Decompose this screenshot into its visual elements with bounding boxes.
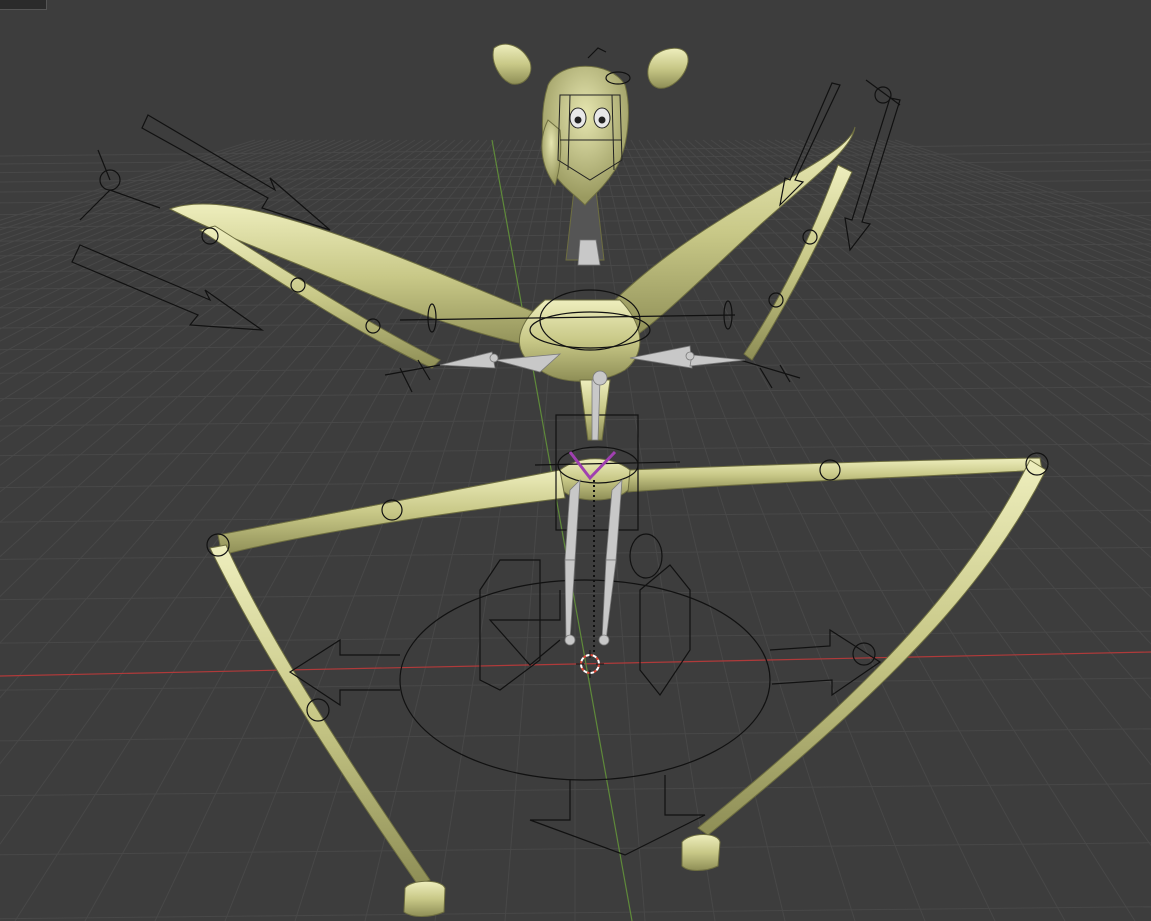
grid-line [0, 139, 272, 231]
grid-line [782, 139, 1151, 319]
grid-line [710, 139, 1151, 467]
head-top-marker [587, 47, 607, 59]
root-control-circle[interactable] [399, 579, 771, 781]
shin-bone-left[interactable] [564, 559, 576, 641]
grid-line [822, 139, 1151, 274]
leg-ik-box-right[interactable] [639, 564, 691, 697]
right-foot-mesh [681, 834, 721, 871]
root-arrow-up[interactable] [488, 590, 561, 666]
grid-line [718, 139, 1151, 443]
elbow-joint-right[interactable] [685, 351, 695, 361]
right-shin-mesh[interactable] [697, 459, 1047, 836]
ankle-joint-right[interactable] [598, 634, 610, 646]
right-hand-controls[interactable] [865, 79, 901, 106]
right-wrist-rig[interactable] [739, 359, 801, 389]
grid-line [790, 139, 1151, 309]
grid-line [750, 139, 1151, 370]
left-foot-mesh [403, 880, 446, 917]
grid-line [678, 139, 1151, 599]
grid-line [734, 139, 1151, 403]
right-ear-mesh [647, 47, 689, 89]
grid-line [614, 139, 926, 921]
elbow-joint-left[interactable] [489, 353, 499, 363]
right-thigh-mesh[interactable] [627, 457, 1043, 493]
3d-viewport[interactable] [0, 0, 1151, 921]
grid-line [814, 139, 1151, 282]
forearm-bone-right[interactable] [689, 354, 746, 367]
ankle-joint-left[interactable] [564, 634, 576, 646]
left-ear-mesh [492, 43, 532, 85]
spine-joint[interactable] [592, 370, 608, 386]
upper-arm-bone-left[interactable] [439, 351, 496, 369]
neck-bone[interactable] [577, 239, 601, 266]
viewport-canvas[interactable] [0, 0, 1151, 921]
left-thigh-mesh[interactable] [217, 469, 566, 556]
shin-bone-right[interactable] [601, 559, 617, 641]
grid-line [0, 139, 472, 598]
grid-line [806, 139, 1151, 290]
grid-line [0, 139, 280, 236]
